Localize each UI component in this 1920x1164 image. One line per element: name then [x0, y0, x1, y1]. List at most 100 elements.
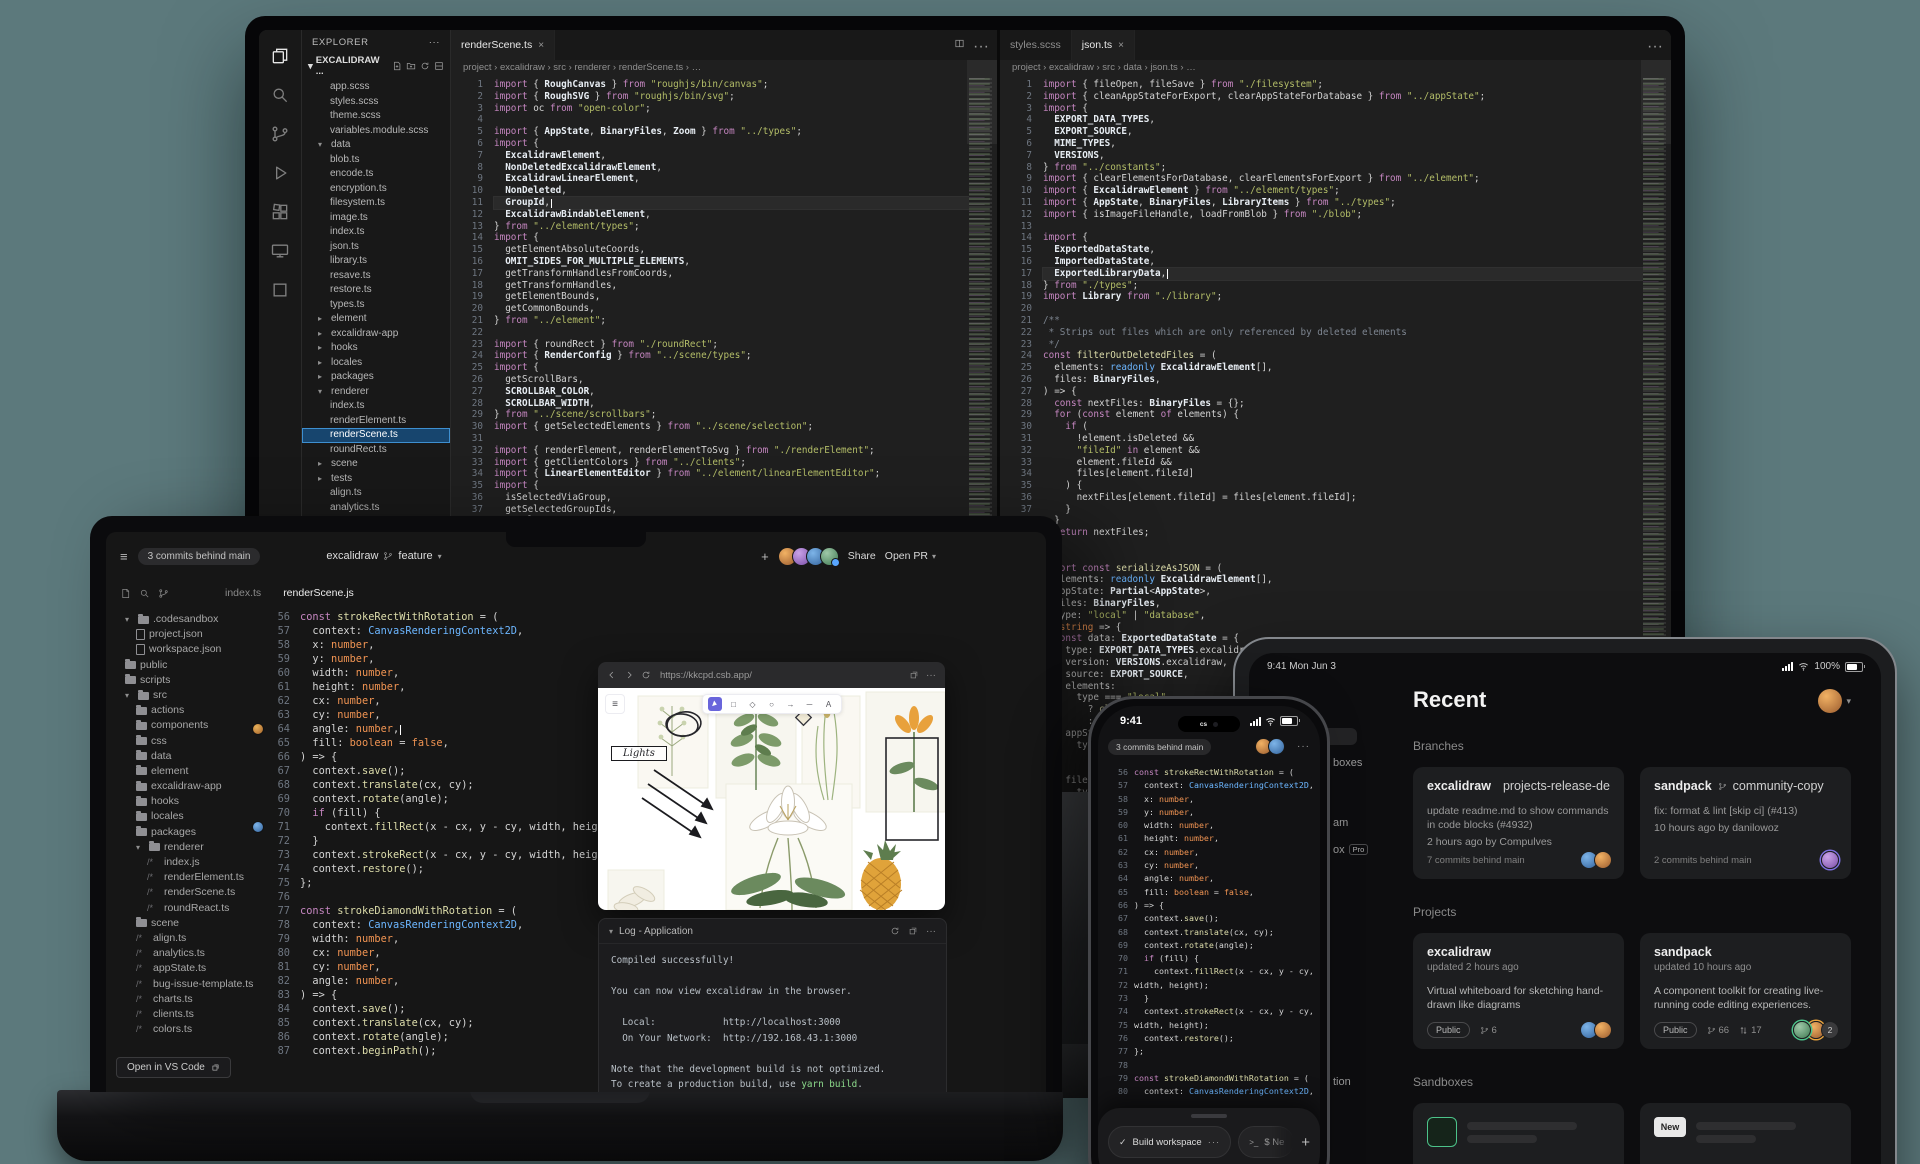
search-icon[interactable] [139, 588, 150, 599]
share-button[interactable]: Share [848, 550, 876, 562]
code-line[interactable]: 63 cy: number, [1106, 859, 1320, 872]
commits-behind-badge[interactable]: 3 commits behind main [138, 548, 261, 565]
code-line[interactable]: 28 SCROLLBAR_WIDTH, [451, 398, 969, 410]
tree-item-encryption.ts[interactable]: encryption.ts [302, 182, 450, 197]
tree-item-filesystem.ts[interactable]: filesystem.ts [302, 196, 450, 211]
sidebar-item-documentation[interactable]: tion [1333, 1076, 1351, 1088]
code-line[interactable]: 2import { RoughSVG } from "roughjs/bin/s… [451, 91, 969, 103]
more-icon[interactable]: ··· [1208, 1137, 1221, 1148]
code-line[interactable]: 24import { RenderConfig } from "../scene… [451, 350, 969, 362]
code-line[interactable]: 19import Library from "./library"; [1000, 291, 1643, 303]
close-icon[interactable]: × [1118, 40, 1124, 51]
open-pr-button[interactable]: Open PR▾ [885, 550, 936, 562]
terminal-tab[interactable]: >_$ Ne [1238, 1126, 1294, 1158]
url-field[interactable]: https://kkcpd.csb.app/ [660, 670, 752, 681]
code-line[interactable]: 34import { LinearElementEditor } from ".… [451, 468, 969, 480]
tree-item-public[interactable]: public [106, 658, 254, 673]
collapse-icon[interactable] [434, 61, 444, 71]
tab-renderscene[interactable]: renderScene.ts× [451, 30, 555, 60]
remote-explorer-icon[interactable] [270, 241, 290, 261]
branch-card[interactable]: excalidraw projects-release-demo update … [1413, 767, 1624, 879]
explorer-more-icon[interactable]: ··· [429, 37, 440, 48]
tree-item-renderScene.ts[interactable]: renderScene.ts [302, 428, 450, 443]
source-control-icon[interactable] [158, 588, 169, 599]
code-line[interactable]: 24const filterOutDeletedFiles = ( [1000, 350, 1643, 362]
avatar[interactable] [820, 547, 839, 566]
code-line[interactable]: 56const strokeRectWithRotation = ( [254, 610, 1046, 624]
code-line[interactable]: 22 [451, 327, 969, 339]
search-icon[interactable] [270, 85, 290, 105]
tree-item-renderer[interactable]: ▾renderer [106, 840, 254, 855]
code-line[interactable]: 30 if ( [1000, 421, 1643, 433]
tree-item-blob.ts[interactable]: blob.ts [302, 153, 450, 168]
code-line[interactable]: 33import { getClientColors } from "../cl… [451, 457, 969, 469]
code-line[interactable]: 17 getTransformHandlesFromCoords, [451, 268, 969, 280]
code-line[interactable]: 11import { AppState, BinaryFiles, Librar… [1000, 197, 1643, 209]
code-line[interactable]: 15 getElementAbsoluteCoords, [451, 244, 969, 256]
code-line[interactable]: 18 getTransformHandles, [451, 280, 969, 292]
tree-item-encode.ts[interactable]: encode.ts [302, 167, 450, 182]
log-panel-header[interactable]: ▾ Log - Application ··· [599, 919, 946, 944]
tree-item-roundReact.ts[interactable]: /*roundReact.ts [106, 901, 254, 916]
more-icon[interactable]: ··· [926, 926, 936, 937]
more-actions-icon[interactable]: ··· [1647, 38, 1663, 56]
code-line[interactable]: 80 context: CanvasRenderingContext2D, [1106, 1085, 1320, 1098]
code-line[interactable]: 9 ExcalidrawLinearElement, [451, 173, 969, 185]
code-line[interactable]: 22 * Strips out files which are only ref… [1000, 327, 1643, 339]
breadcrumb[interactable]: project › excalidraw › src › data › json… [1000, 60, 1671, 76]
explorer-icon[interactable] [270, 46, 290, 66]
tree-item-excalidraw-app[interactable]: excalidraw-app [106, 779, 254, 794]
code-line[interactable]: 34 files[element.fileId] [1000, 468, 1643, 480]
code-line[interactable]: 47): string => { [1000, 622, 1643, 634]
close-icon[interactable]: × [538, 40, 544, 51]
more-icon[interactable]: ··· [926, 670, 936, 681]
code-line[interactable]: 61 height: number, [1106, 832, 1320, 845]
code-line[interactable]: 29} from "../scene/scrollbars"; [451, 409, 969, 421]
code-line[interactable]: 68 context.translate(cx, cy); [1106, 926, 1320, 939]
extensions-icon[interactable] [270, 202, 290, 222]
tree-item-variables.module.scss[interactable]: variables.module.scss [302, 124, 450, 139]
code-line[interactable]: 7 VERSIONS, [1000, 150, 1643, 162]
account-menu[interactable]: ▾ [1818, 689, 1851, 713]
code-line[interactable]: 69 context.rotate(angle); [1106, 939, 1320, 952]
code-line[interactable]: 1import { RoughCanvas } from "roughjs/bi… [451, 79, 969, 91]
tree-item-clients.ts[interactable]: /*clients.ts [106, 1007, 254, 1022]
text-tool[interactable]: A [822, 697, 836, 711]
code-line[interactable]: 14import { [451, 232, 969, 244]
excalidraw-canvas[interactable] [598, 688, 945, 910]
avatar[interactable] [1268, 738, 1285, 755]
layout-icon[interactable] [270, 280, 290, 300]
tree-item-element[interactable]: element [106, 764, 254, 779]
code-line[interactable]: 4 [451, 114, 969, 126]
tree-item-tests[interactable]: ▸tests [302, 472, 450, 487]
code-line[interactable]: 67 context.save(); [1106, 912, 1320, 925]
code-line[interactable]: 19 getElementBounds, [451, 291, 969, 303]
code-line[interactable]: 9import { clearElementsForDatabase, clea… [1000, 173, 1643, 185]
forward-icon[interactable] [624, 670, 634, 680]
tree-item-excalidraw-app[interactable]: ▸excalidraw-app [302, 327, 450, 342]
code-line[interactable]: 15 ExportedDataState, [1000, 244, 1643, 256]
diamond-tool[interactable]: ◇ [746, 697, 760, 711]
code-line[interactable]: 23 */ [1000, 339, 1643, 351]
code-line[interactable]: 43 elements: readonly ExcalidrawElement[… [1000, 574, 1643, 586]
code-line[interactable]: 36 isSelectedViaGroup, [451, 492, 969, 504]
code-line[interactable]: 26 getScrollBars, [451, 374, 969, 386]
add-terminal-button[interactable]: + [1301, 1134, 1310, 1151]
selection-tool[interactable] [708, 697, 722, 711]
code-line[interactable]: 16 OMIT_SIDES_FOR_MULTIPLE_ELEMENTS, [451, 256, 969, 268]
minimap-viewport[interactable] [967, 60, 997, 144]
code-line[interactable]: 76 context.restore(); [1106, 1032, 1320, 1045]
tree-item-styles.scss[interactable]: styles.scss [302, 95, 450, 110]
code-line[interactable]: 28 const nextFiles: BinaryFiles = {}; [1000, 398, 1643, 410]
code-line[interactable]: 60 width: number, [1106, 819, 1320, 832]
code-line[interactable]: 27 SCROLLBAR_COLOR, [451, 386, 969, 398]
avatar[interactable] [1818, 689, 1842, 713]
tree-item-image.ts[interactable]: image.ts [302, 211, 450, 226]
tree-item-element[interactable]: ▸element [302, 312, 450, 327]
code-line[interactable]: 35 ) { [1000, 480, 1643, 492]
tree-item-index.js[interactable]: /*index.js [106, 855, 254, 870]
code-line[interactable]: 1import { fileOpen, fileSave } from "./f… [1000, 79, 1643, 91]
code-line[interactable]: 16 ImportedDataState, [1000, 256, 1643, 268]
code-line[interactable]: 10 NonDeleted, [451, 185, 969, 197]
code-line[interactable]: 13 [1000, 221, 1643, 233]
